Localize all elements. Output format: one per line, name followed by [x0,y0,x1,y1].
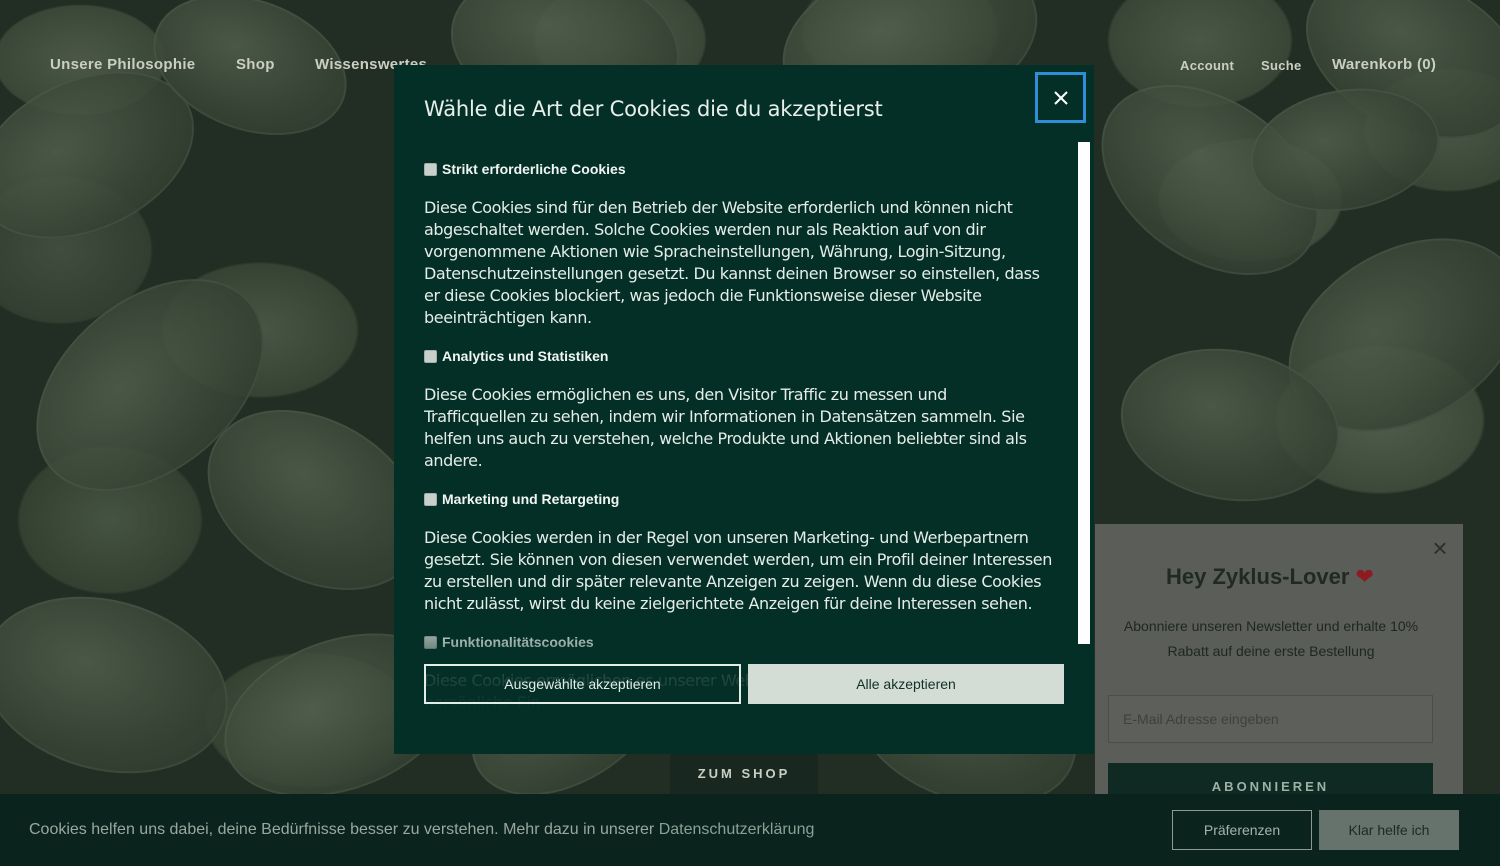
scrollbar-thumb[interactable] [1078,142,1090,644]
newsletter-text: Abonniere unseren Newsletter und erhalte… [1123,618,1419,659]
category-description: Diese Cookies sind für den Betrieb der W… [424,198,1040,327]
nav-item-philosophie[interactable]: Unsere Philosophie [50,56,195,73]
cookie-bar-text: Cookies helfen uns dabei, deine Bedürfni… [29,821,814,839]
cookie-categories-scroll[interactable]: Strikt erforderliche Cookies Diese Cooki… [424,142,1074,708]
newsletter-close-icon[interactable]: × [1431,535,1449,561]
checkbox-strict[interactable] [424,162,437,176]
modal-close-button[interactable] [1035,72,1086,123]
newsletter-title-text: Hey Zyklus-Lover [1166,564,1350,589]
preferences-button[interactable]: Präferenzen [1172,810,1312,850]
newsletter-title: Hey Zyklus-Lover ❤ [1095,564,1445,590]
newsletter-email-input[interactable]: E-Mail Adresse eingeben [1108,695,1433,743]
category-label: Analytics und Statistiken [442,348,609,364]
category-label: Funktionalitätscookies [442,634,594,650]
accept-all-button[interactable]: Alle akzeptieren [748,664,1064,704]
accept-selected-button[interactable]: Ausgewählte akzeptieren [424,664,741,704]
nav-item-suche[interactable]: Suche [1261,58,1302,73]
checkbox-marketing[interactable] [424,492,437,506]
checkbox-analytics[interactable] [424,349,437,363]
nav-item-shop[interactable]: Shop [236,56,275,73]
checkbox-functional[interactable] [424,635,437,649]
category-label: Strikt erforderliche Cookies [442,161,626,177]
accept-cookies-button[interactable]: Klar helfe ich [1319,810,1459,850]
nav-item-warenkorb[interactable]: Warenkorb (0) [1332,56,1436,73]
category-description: Diese Cookies werden in der Regel von un… [424,528,1052,613]
cookie-preferences-modal: Wähle die Art der Cookies die du akzepti… [394,65,1094,754]
scrollbar[interactable] [1078,142,1090,708]
cookie-category-strict: Strikt erforderliche Cookies Diese Cooki… [424,159,1052,329]
heart-icon: ❤ [1355,564,1374,589]
cookie-bar-message: Cookies helfen uns dabei, deine Bedürfni… [29,821,655,838]
cookie-bar: Cookies helfen uns dabei, deine Bedürfni… [0,794,1500,866]
category-description: Diese Cookies ermöglichen es uns, den Vi… [424,385,1027,470]
cookie-category-analytics: Analytics und Statistiken Diese Cookies … [424,346,1052,472]
cookie-category-marketing: Marketing und Retargeting Diese Cookies … [424,489,1052,615]
nav-item-account[interactable]: Account [1180,58,1234,73]
newsletter-popup: × Hey Zyklus-Lover ❤ Abonniere unseren N… [1095,524,1463,824]
category-label: Marketing und Retargeting [442,491,620,507]
modal-title: Wähle die Art der Cookies die du akzepti… [424,97,883,121]
close-icon [1053,90,1068,105]
privacy-link[interactable]: Datenschutzerklärung [659,821,815,838]
zum-shop-button[interactable]: ZUM SHOP [670,750,818,796]
